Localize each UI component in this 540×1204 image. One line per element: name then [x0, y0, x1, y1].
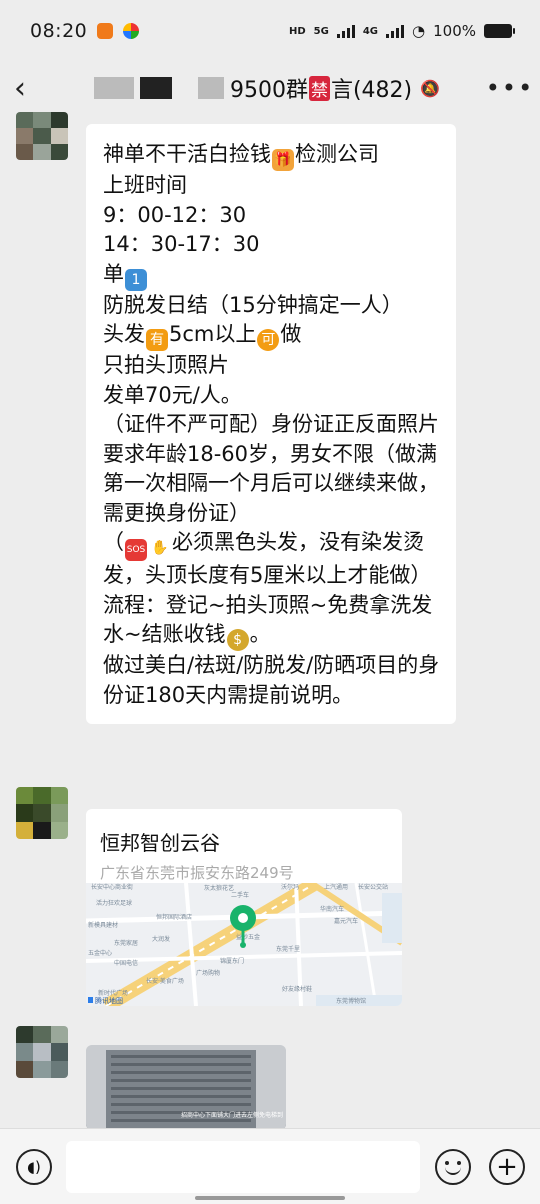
hd-icon: HD [289, 25, 306, 37]
message-line: （SOS ✋ 必须黑色头发，没有染发烫发，头顶长度有5厘米以上才能做） [103, 530, 432, 587]
home-indicator[interactable] [195, 1196, 345, 1200]
map-label: 二手车 [231, 891, 249, 899]
message-line: 14：30-17：30 [103, 232, 260, 256]
map-label: 灰太狼花艺 [204, 884, 234, 892]
map-label: 东莞博物馆 [336, 997, 366, 1005]
status-time: 08:20 [30, 20, 88, 42]
message-bubble-text[interactable]: 神单不干活白捡钱 🎁 检测公司 上班时间 9：00-12：30 14：30-17：3… [86, 124, 456, 724]
emoji-button[interactable] [435, 1149, 471, 1185]
more-button[interactable]: ••• [480, 74, 540, 102]
map-label: 嘉元汽车 [334, 917, 358, 925]
map-label: 东莞千里 [276, 945, 300, 953]
redacted-block-3 [197, 77, 224, 99]
title-part: 9500群 [229, 78, 308, 103]
signal-icon-2 [386, 24, 405, 38]
redacted-block-2 [139, 77, 172, 99]
map-label: 华南汽车 [320, 905, 344, 913]
network-label-5g: 5G [313, 25, 329, 37]
chevron-left-icon: ‹ [14, 70, 26, 106]
svg-text:腾讯地图: 腾讯地图 [95, 996, 123, 1005]
message-line: 头发有 5cm以上可做 [103, 320, 440, 351]
map-label: 恒邦国际酒店 [156, 913, 192, 921]
map-label: 长安中心商业街 [91, 883, 133, 891]
app-notification-icon [97, 23, 114, 39]
muted-bell-icon: 🔕 [420, 78, 441, 98]
plus-button[interactable]: + [489, 1149, 525, 1185]
map-label: 五金中心 [88, 949, 112, 957]
image-caption: 招商中心下面铺大门进去左侧免电梯到 [181, 1111, 283, 1119]
status-bar: 08:20 HD 5G 4G ◔ 100% [0, 0, 540, 62]
message-line: 发单70元/人。 [103, 382, 242, 407]
waving-hand-icon: ✋ [151, 540, 169, 556]
input-bar: ◖) + [0, 1128, 540, 1204]
map-graphic: 灰太狼花艺 二手车 长安中心商业街 沃尔玛 上汽通用 长安公交站 活力狂欢足球 … [86, 876, 402, 1006]
map-label: 中国电信 [114, 959, 138, 967]
wifi-icon: ◔ [412, 22, 426, 40]
avatar[interactable] [16, 112, 68, 160]
keycap-one-icon: 1 [125, 268, 147, 291]
signal-icon [336, 24, 355, 38]
map-label: 好友缘村鞋 [282, 985, 312, 993]
chat-title[interactable]: 9500群 禁 言(482) 🔕 [54, 72, 480, 104]
avatar-2[interactable] [16, 787, 68, 839]
acceptable-icon: 可 [257, 329, 280, 351]
message-line: 9：00-12：30 [103, 202, 247, 227]
ban-badge: 禁 [308, 75, 330, 101]
voice-button[interactable]: ◖) [16, 1149, 52, 1185]
map-label: 长安·美食广场 [146, 977, 184, 985]
chat-title-bar: ‹ 9500群 禁 言(482) 🔕 ••• [0, 62, 540, 114]
title-count: 言(482) [330, 78, 413, 103]
message-input[interactable] [66, 1141, 420, 1193]
map-label: 活力狂欢足球 [96, 899, 132, 907]
message-line: 只拍头顶照片 [103, 353, 229, 377]
back-button[interactable]: ‹ [14, 71, 54, 106]
map-label: 益砂五金 [236, 933, 260, 941]
message-line: 上班时间 [103, 173, 187, 197]
message-line: 神单不干活白捡钱 🎁 检测公司 [103, 140, 440, 171]
message-line: 流程：登记~拍头顶照~免费拿洗发水~结账收钱 $。 [103, 591, 440, 651]
message-line: 做过美白/祛斑/防脱发/防晒项目的身份证180天内需提前说明。 [103, 653, 440, 707]
battery-icon [484, 24, 515, 38]
map-label: 长安公交站 [358, 883, 388, 891]
map-label: 上汽通用 [324, 883, 348, 891]
more-dots-icon: ••• [485, 74, 535, 102]
voice-icon: ◖) [27, 1158, 41, 1176]
map-label: 广场购物 [196, 969, 220, 977]
location-card[interactable]: 恒邦智创云谷 广东省东莞市振安东路249号 灰太狼花艺 二手车 长安中心商业街 … [86, 809, 402, 1006]
image-message[interactable]: 招商中心下面铺大门进去左侧免电梯到 [86, 1045, 286, 1130]
building-photo: 招商中心下面铺大门进去左侧免电梯到 [86, 1045, 286, 1130]
map-label: 沃尔玛 [281, 883, 299, 891]
status-right: HD 5G 4G ◔ 100% [289, 22, 515, 40]
location-address: 广东省东莞市振安东路249号 [100, 864, 294, 882]
message-line: （证件不严可配）身份证正反面照片 [103, 412, 439, 436]
network-label-4g: 4G [362, 25, 379, 37]
map-label: 新模具建材 [88, 921, 118, 929]
map-thumbnail[interactable]: 灰太狼花艺 二手车 长安中心商业街 沃尔玛 上汽通用 长安公交站 活力狂欢足球 … [86, 876, 402, 1006]
map-label: 大润发 [152, 935, 170, 943]
sos-icon: SOS [125, 539, 147, 561]
gift-icon: 🎁 [272, 149, 294, 171]
app-notification-icon-2 [123, 23, 140, 39]
redacted-block [93, 77, 134, 99]
message-line: 要求年龄18-60岁，男女不限（做满第一次相隔一个月后可以继续来做，需更换身份证… [103, 441, 439, 525]
message-line: 单 1防脱发日结（15分钟搞定一人） [103, 261, 403, 317]
money-bag-icon: $ [226, 629, 249, 651]
avatar-3[interactable] [16, 1026, 68, 1078]
map-label: 新时代广场 [98, 989, 128, 997]
battery-text: 100% [433, 22, 476, 40]
map-label: 锦厦东门 [220, 957, 244, 965]
plus-icon: + [496, 1152, 518, 1182]
have-icon: 有 [146, 329, 168, 351]
map-label: 东莞家居 [114, 939, 138, 947]
location-name: 恒邦智创云谷 [100, 831, 220, 855]
